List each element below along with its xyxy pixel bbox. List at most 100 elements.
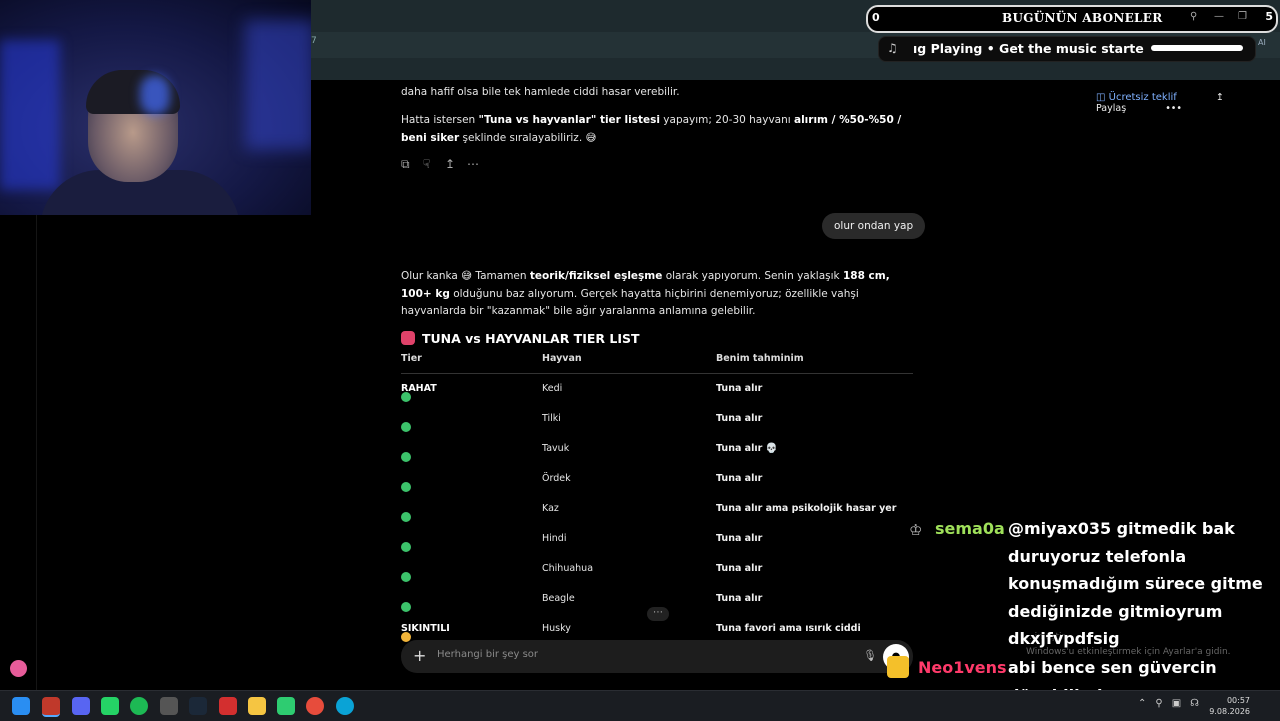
ai-badge: AI [1258, 38, 1266, 47]
clock-time: 00:57 [1226, 696, 1250, 705]
tier-cell: RAHAT [401, 383, 437, 402]
webcam-light [140, 75, 170, 115]
share-label: Paylaş [1096, 103, 1127, 114]
animal-cell: Hindi [542, 533, 567, 544]
text-span: olduğunu baz alıyorum. Gerçek hayatta hi… [401, 287, 859, 318]
pink-status-dot [10, 660, 27, 677]
animal-cell: Tavuk [542, 443, 570, 454]
table-row: RAHAT Kedi Tuna alır [401, 374, 913, 404]
chrome-icon[interactable] [306, 697, 324, 715]
subscribers-title: BUGÜNÜN ABONELER [1002, 11, 1163, 25]
guess-cell: Tuna alır [716, 563, 763, 574]
table-row: Kaz Tuna alır ama psikolojik hasar yer [401, 494, 913, 524]
tier-cell: SIKINTILI [401, 623, 450, 642]
opera-icon[interactable] [42, 697, 60, 717]
now-playing-text: ıg Playing • Get the music starte [913, 41, 1144, 56]
maximize-icon[interactable]: ❐ [1238, 11, 1247, 22]
free-offer-button[interactable]: ◫ Ücretsiz teklif [1096, 92, 1195, 103]
whatsapp-icon[interactable] [101, 697, 119, 715]
webcam-feed [0, 0, 311, 215]
microphone-icon[interactable]: 🎙 [863, 649, 877, 662]
green-circle-icon [401, 422, 411, 432]
table-body: RAHAT Kedi Tuna alır Tilki Tuna alır Tavuk Tun… [401, 374, 913, 644]
guess-cell: Tuna alır [716, 383, 763, 394]
table-row: Chihuahua Tuna alır [401, 554, 913, 584]
share-icon[interactable]: ↥ [445, 157, 465, 171]
file-explorer-icon[interactable] [248, 697, 266, 715]
guess-cell: Tuna alır [716, 473, 763, 484]
text-span: olarak yapıyorum. Senin yaklaşık [662, 270, 843, 282]
subscribers-count: 0 [872, 11, 880, 24]
subscribers-goal-bar: 0 BUGÜNÜN ABONELER ⚲ — ❐ 5 [866, 5, 1278, 33]
chat-sidebar [0, 215, 37, 690]
app-red-icon[interactable] [219, 697, 237, 715]
assistant-message-text: Hatta istersen "Tuna vs hayvanlar" tier … [401, 112, 916, 147]
table-header-row: Tier Hayvan Benim tahminim [401, 353, 913, 374]
green-circle-icon [401, 512, 411, 522]
green-circle-icon [401, 542, 411, 552]
animal-cell: Husky [542, 623, 571, 634]
text-span: şeklinde sıralayabiliriz. 😅 [459, 131, 597, 144]
clock-date: 9.08.2026 [1209, 707, 1250, 716]
webcam-light [0, 40, 60, 190]
guess-cell: Tuna alır [716, 413, 763, 424]
scroll-more-button[interactable]: ⋯ [647, 607, 669, 621]
bold-text: "Tuna vs hayvanlar" tier listesi [478, 114, 660, 126]
text-span: Olur kanka 😅 Tamamen [401, 270, 530, 282]
windows-taskbar: ⌃⚲▣☊ 00:57 9.08.2026 [0, 690, 1280, 721]
system-tray-icons[interactable]: ⌃⚲▣☊ [1138, 698, 1208, 709]
text-span: Hatta istersen [401, 114, 479, 126]
conversation-header-actions: ◫ Ücretsiz teklif ↥ Paylaş ••• [1096, 92, 1280, 114]
edge-icon[interactable] [336, 697, 354, 715]
table-row: Hindi Tuna alır [401, 524, 913, 554]
search-icon[interactable]: ⚲ [1190, 11, 1197, 22]
animal-cell: Chihuahua [542, 563, 594, 574]
guess-cell: Tuna alır [716, 593, 763, 604]
boxing-glove-icon [401, 331, 415, 345]
tier-table: Tier Hayvan Benim tahminim RAHAT Kedi Tuna… [401, 353, 913, 644]
green-circle-icon [401, 392, 411, 402]
animal-cell: Kaz [542, 503, 559, 514]
crown-icon: ♔ [909, 521, 923, 539]
chat-username: sema0a [935, 519, 1005, 538]
table-row: Tavuk Tuna alır 💀 [401, 434, 913, 464]
now-playing-bar: ♫ ıg Playing • Get the music starte [878, 36, 1256, 62]
bold-text: teorik/fiziksel eşleşme [529, 270, 663, 282]
windows-start-icon[interactable] [12, 697, 30, 715]
copy-icon[interactable]: ⧉ [401, 157, 421, 172]
chat-username: Neo1vens [918, 658, 1007, 677]
message-actions: ⧉ ☟ ↥ ⋯ [401, 153, 489, 172]
steam-icon[interactable] [189, 697, 207, 715]
minimize-icon[interactable]: — [1214, 11, 1224, 22]
subscribers-goal: 5 [1265, 10, 1273, 23]
animal-cell: Beagle [542, 593, 575, 604]
guess-cell: Tuna favori ama ısırık ciddi [716, 623, 861, 634]
plus-icon[interactable]: + [413, 646, 426, 665]
free-offer-label: Ücretsiz teklif [1108, 92, 1177, 103]
prompt-input[interactable]: Herhangi bir şey sor [437, 649, 538, 660]
green-circle-icon [401, 572, 411, 582]
user-message-bubble: olur ondan yap [822, 213, 926, 239]
text-span: yapayım; 20-30 hayvanı [659, 114, 794, 126]
spotify-icon[interactable] [130, 697, 148, 715]
more-icon[interactable]: ⋯ [467, 157, 487, 171]
column-header-guess: Benim tahminim [716, 353, 804, 364]
dislike-icon[interactable]: ☟ [423, 157, 443, 171]
table-row: Tilki Tuna alır [401, 404, 913, 434]
clock[interactable]: 00:57 9.08.2026 [1209, 695, 1250, 717]
green-circle-icon [401, 602, 411, 612]
green-circle-icon [401, 452, 411, 462]
guess-cell: Tuna alır 💀 [716, 443, 778, 454]
app-icon[interactable] [160, 697, 178, 715]
green-circle-icon [401, 482, 411, 492]
webcam-light [245, 20, 311, 150]
column-header-tier: Tier [401, 353, 422, 364]
app-green-icon[interactable] [277, 697, 295, 715]
tier-list-title-text: TUNA vs HAYVANLAR TIER LIST [422, 331, 640, 346]
message-composer[interactable]: + Herhangi bir şey sor 🎙 ● [401, 640, 913, 673]
tier-list-title: TUNA vs HAYVANLAR TIER LIST [401, 331, 640, 346]
tab-strip-corner-text: 7 [311, 36, 317, 46]
more-options-button[interactable]: ••• [1165, 103, 1182, 114]
discord-icon[interactable] [72, 697, 90, 715]
animal-cell: Ördek [542, 473, 571, 484]
